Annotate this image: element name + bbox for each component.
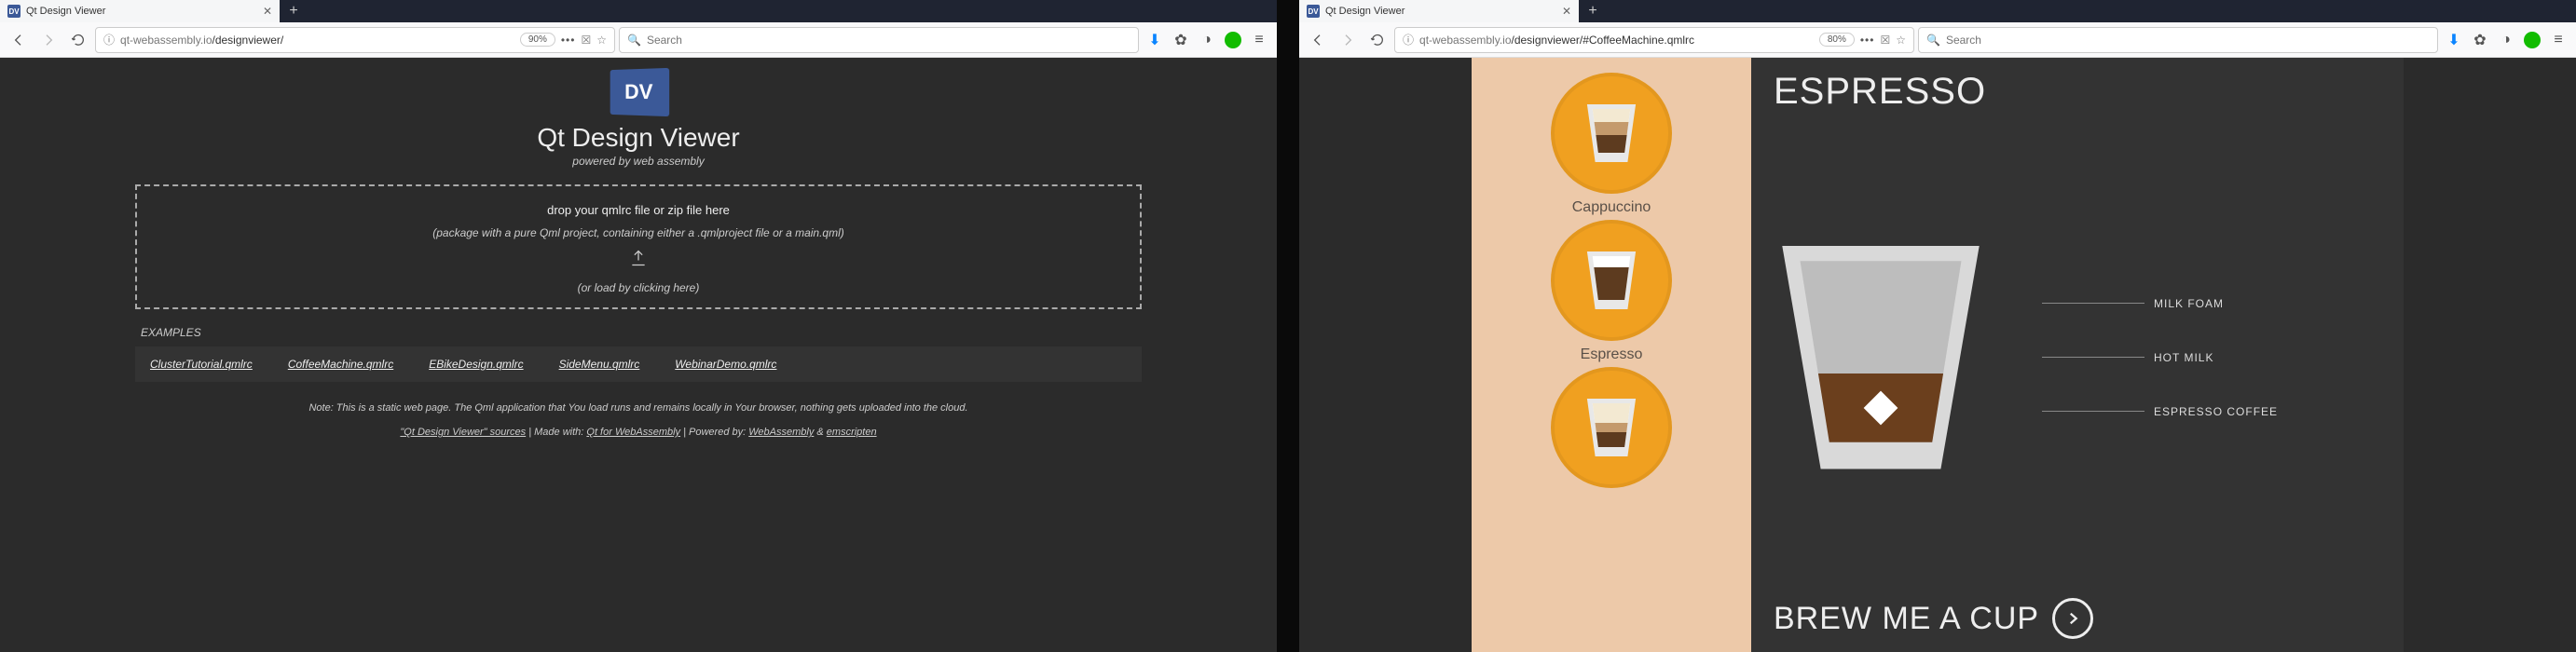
example-link[interactable]: EBikeDesign.qmlrc — [429, 358, 523, 371]
example-link[interactable]: ClusterTutorial.qmlrc — [150, 358, 253, 371]
wasm-link[interactable]: WebAssembly — [748, 427, 814, 438]
zoom-badge[interactable]: 90% — [520, 33, 555, 47]
dropzone-line3: (or load by clicking here) — [578, 281, 700, 294]
page-content: DV Qt Design Viewer powered by web assem… — [0, 58, 1277, 652]
diamond-icon — [1864, 390, 1898, 425]
coffee-title: ESPRESSO — [1774, 71, 2376, 113]
back-button[interactable] — [6, 27, 32, 53]
page-actions-icon[interactable]: ••• — [1860, 34, 1875, 47]
toolbar: ⓘ qt-webassembly.io/designviewer/#Coffee… — [1299, 22, 2576, 58]
favicon-icon: DV — [7, 5, 21, 18]
info-icon: ⓘ — [103, 32, 115, 48]
brew-button[interactable] — [2052, 598, 2093, 639]
downloads-icon[interactable]: ⬇ — [1143, 27, 1167, 53]
sources-link[interactable]: "Qt Design Viewer" sources — [400, 427, 526, 438]
legend-item: HOT MILK — [2042, 351, 2278, 364]
url-text: qt-webassembly.io/designviewer/#CoffeeMa… — [1419, 34, 1694, 47]
new-tab-button[interactable]: + — [280, 0, 308, 22]
logo-icon: DV — [610, 68, 670, 116]
account-icon[interactable]: ◑ — [2494, 27, 2518, 53]
menu-icon[interactable]: ≡ — [1247, 27, 1271, 53]
url-bar[interactable]: ⓘ qt-webassembly.io/designviewer/#Coffee… — [1394, 27, 1914, 53]
examples-section: EXAMPLES ClusterTutorial.qmlrc CoffeeMac… — [135, 326, 1142, 382]
downloads-icon[interactable]: ⬇ — [2442, 27, 2466, 53]
dropzone[interactable]: drop your qmlrc file or zip file here (p… — [135, 184, 1142, 309]
browser-tab[interactable]: DV Qt Design Viewer ✕ — [0, 0, 280, 22]
page-content: Cappuccino Espresso ESPRESSO — [1299, 58, 2576, 652]
coffee-option-espresso[interactable]: Espresso — [1551, 220, 1672, 363]
example-link[interactable]: SideMenu.qmlrc — [559, 358, 640, 371]
browser-tab[interactable]: DV Qt Design Viewer ✕ — [1299, 0, 1579, 22]
account-icon[interactable]: ◑ — [1195, 27, 1219, 53]
search-bar[interactable]: 🔍 — [1918, 27, 2438, 53]
legend: MILK FOAM HOT MILK ESPRESSO COFFEE — [2042, 297, 2278, 418]
browser-window-right: DV Qt Design Viewer ✕ + ⓘ qt-webassembly… — [1299, 0, 2576, 652]
tab-title: Qt Design Viewer — [1325, 6, 1556, 17]
back-button[interactable] — [1305, 27, 1331, 53]
coffee-app: Cappuccino Espresso ESPRESSO — [1472, 58, 2404, 652]
search-bar[interactable]: 🔍 — [619, 27, 1139, 53]
toolbar-right: ⬇ ✿ ◑ ≡ — [2442, 27, 2570, 53]
auth-icon[interactable]: ✿ — [1169, 27, 1193, 53]
dropzone-line2: (package with a pure Qml project, contai… — [432, 226, 844, 239]
coffee-circle-icon — [1551, 367, 1672, 488]
qt-wasm-link[interactable]: Qt for WebAssembly — [586, 427, 680, 438]
footer-note: Note: This is a static web page. The Qml… — [308, 402, 967, 414]
search-icon: 🔍 — [627, 34, 641, 47]
menu-icon[interactable]: ≡ — [2546, 27, 2570, 53]
close-tab-icon[interactable]: ✕ — [1562, 5, 1571, 18]
example-link[interactable]: WebinarDemo.qmlrc — [675, 358, 776, 371]
star-icon[interactable]: ☆ — [596, 34, 607, 47]
url-text: qt-webassembly.io/designviewer/ — [120, 34, 283, 47]
titlebar: DV Qt Design Viewer ✕ + — [1299, 0, 2576, 22]
titlebar: DV Qt Design Viewer ✕ + — [0, 0, 1277, 22]
coffee-label: Espresso — [1581, 346, 1643, 363]
coffee-main: ESPRESSO MILK FOAM HOT MILK ESPRES — [1751, 58, 2404, 652]
forward-button[interactable] — [35, 27, 62, 53]
page-actions-icon[interactable]: ••• — [561, 34, 576, 47]
search-icon: 🔍 — [1926, 34, 1940, 47]
brew-row: BREW ME A CUP — [1774, 598, 2376, 639]
reload-button[interactable] — [65, 27, 91, 53]
auth-icon[interactable]: ✿ — [2468, 27, 2492, 53]
coffee-sidebar: Cappuccino Espresso — [1472, 58, 1751, 652]
examples-header: EXAMPLES — [135, 326, 1142, 339]
emscripten-link[interactable]: emscripten — [827, 427, 877, 438]
reader-icon[interactable]: ☒ — [1880, 34, 1890, 47]
info-icon: ⓘ — [1403, 32, 1414, 48]
coffee-option-partial[interactable] — [1551, 367, 1672, 488]
search-input[interactable] — [1946, 34, 2430, 47]
upload-icon — [629, 249, 648, 272]
reader-icon[interactable]: ☒ — [581, 34, 591, 47]
extension-icon[interactable] — [2520, 27, 2544, 53]
forward-button[interactable] — [1335, 27, 1361, 53]
dropzone-line1: drop your qmlrc file or zip file here — [547, 203, 730, 217]
example-link[interactable]: CoffeeMachine.qmlrc — [288, 358, 393, 371]
close-tab-icon[interactable]: ✕ — [263, 5, 272, 18]
coffee-circle-icon — [1551, 73, 1672, 194]
coffee-option-cappuccino[interactable]: Cappuccino — [1551, 73, 1672, 216]
toolbar: ⓘ qt-webassembly.io/designviewer/ 90% ••… — [0, 22, 1277, 58]
big-cup-icon — [1774, 246, 1988, 469]
coffee-label: Cappuccino — [1572, 199, 1651, 216]
brew-label: BREW ME A CUP — [1774, 601, 2039, 637]
coffee-circle-icon — [1551, 220, 1672, 341]
tab-title: Qt Design Viewer — [26, 6, 257, 17]
reload-button[interactable] — [1364, 27, 1391, 53]
search-input[interactable] — [647, 34, 1130, 47]
browser-window-left: DV Qt Design Viewer ✕ + ⓘ qt-webassembly… — [0, 0, 1277, 652]
page-title: Qt Design Viewer — [537, 123, 739, 153]
page-subtitle: powered by web assembly — [572, 155, 704, 168]
examples-row: ClusterTutorial.qmlrc CoffeeMachine.qmlr… — [135, 346, 1142, 382]
url-bar[interactable]: ⓘ qt-webassembly.io/designviewer/ 90% ••… — [95, 27, 615, 53]
extension-icon[interactable] — [1221, 27, 1245, 53]
legend-item: ESPRESSO COFFEE — [2042, 405, 2278, 418]
star-icon[interactable]: ☆ — [1896, 34, 1906, 47]
legend-item: MILK FOAM — [2042, 297, 2278, 310]
favicon-icon: DV — [1307, 5, 1320, 18]
footer-credits: "Qt Design Viewer" sources | Made with: … — [400, 427, 876, 438]
new-tab-button[interactable]: + — [1579, 0, 1607, 22]
zoom-badge[interactable]: 80% — [1819, 33, 1855, 47]
toolbar-right: ⬇ ✿ ◑ ≡ — [1143, 27, 1271, 53]
